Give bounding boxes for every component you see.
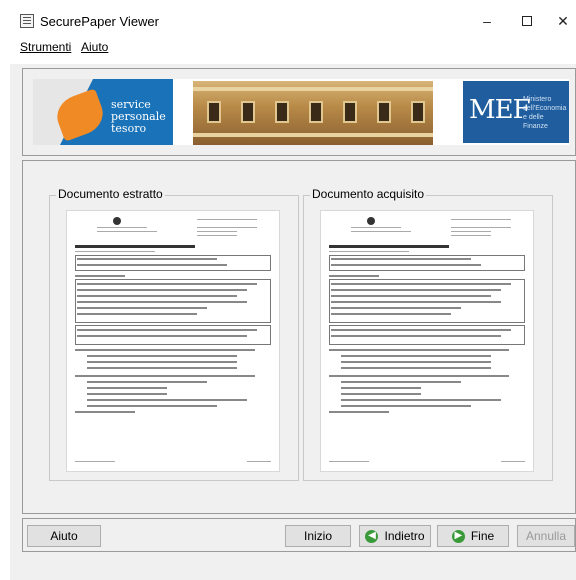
end-button-label: Fine xyxy=(470,529,495,543)
maximize-button[interactable] xyxy=(510,8,544,34)
building-photo xyxy=(193,81,433,145)
window-body: service personale tesoro MEF Ministero d… xyxy=(10,64,576,580)
mef-subtitle-line: dell'Economia xyxy=(523,105,567,112)
document-panel: Documento estratto Documento acquisito xyxy=(22,160,576,514)
extracted-document-group: Documento estratto xyxy=(49,187,299,481)
acquired-document-group: Documento acquisito xyxy=(303,187,553,481)
arrow-right-circle-icon: ▶ xyxy=(451,529,465,543)
mef-logo-text: MEF xyxy=(469,95,531,125)
menu-strumenti[interactable]: Strumenti xyxy=(20,40,71,54)
banner-panel: service personale tesoro MEF Ministero d… xyxy=(22,68,576,156)
app-icon xyxy=(20,14,34,28)
mef-subtitle-line: Ministero xyxy=(523,96,552,103)
acquired-document-preview[interactable] xyxy=(320,210,534,472)
close-button[interactable]: ✕ xyxy=(546,8,576,34)
menu-strumenti-label: Strumenti xyxy=(20,40,72,54)
start-button[interactable]: Inizio xyxy=(285,525,351,547)
mef-subtitle: Ministero dell'Economia e delle Finanze xyxy=(523,95,569,131)
menu-bar: Strumenti Aiuto xyxy=(0,38,576,58)
end-button[interactable]: ▶ Fine xyxy=(437,525,509,547)
cancel-button[interactable]: Annulla xyxy=(517,525,575,547)
mef-logo: MEF Ministero dell'Economia e delle Fina… xyxy=(463,81,569,143)
title-bar: SecurePaper Viewer – ✕ xyxy=(0,0,576,38)
maximize-icon xyxy=(522,16,532,26)
spt-word-tesoro: tesoro xyxy=(111,122,147,135)
back-button-label: Indietro xyxy=(384,529,425,543)
minimize-button[interactable]: – xyxy=(470,8,504,34)
extracted-document-title: Documento estratto xyxy=(56,187,165,201)
acquired-document-title: Documento acquisito xyxy=(310,187,427,201)
help-button-label: Aiuto xyxy=(50,529,78,543)
banner: service personale tesoro MEF Ministero d… xyxy=(33,79,569,145)
back-button[interactable]: ◀ Indietro xyxy=(359,525,431,547)
menu-aiuto-label: Aiuto xyxy=(81,40,109,54)
window-title: SecurePaper Viewer xyxy=(40,14,159,29)
seal-icon xyxy=(367,217,375,225)
cancel-button-label: Annulla xyxy=(525,529,567,543)
menu-aiuto[interactable]: Aiuto xyxy=(81,40,108,54)
mef-subtitle-line: e delle Finanze xyxy=(523,114,548,130)
seal-icon xyxy=(113,217,121,225)
spt-logo: service personale tesoro xyxy=(33,79,173,145)
button-bar: Aiuto Inizio ◀ Indietro ▶ Fine Annulla xyxy=(22,518,576,552)
extracted-document-preview[interactable] xyxy=(66,210,280,472)
start-button-label: Inizio xyxy=(303,529,332,543)
help-button[interactable]: Aiuto xyxy=(27,525,101,547)
arrow-left-circle-icon: ◀ xyxy=(365,529,379,543)
